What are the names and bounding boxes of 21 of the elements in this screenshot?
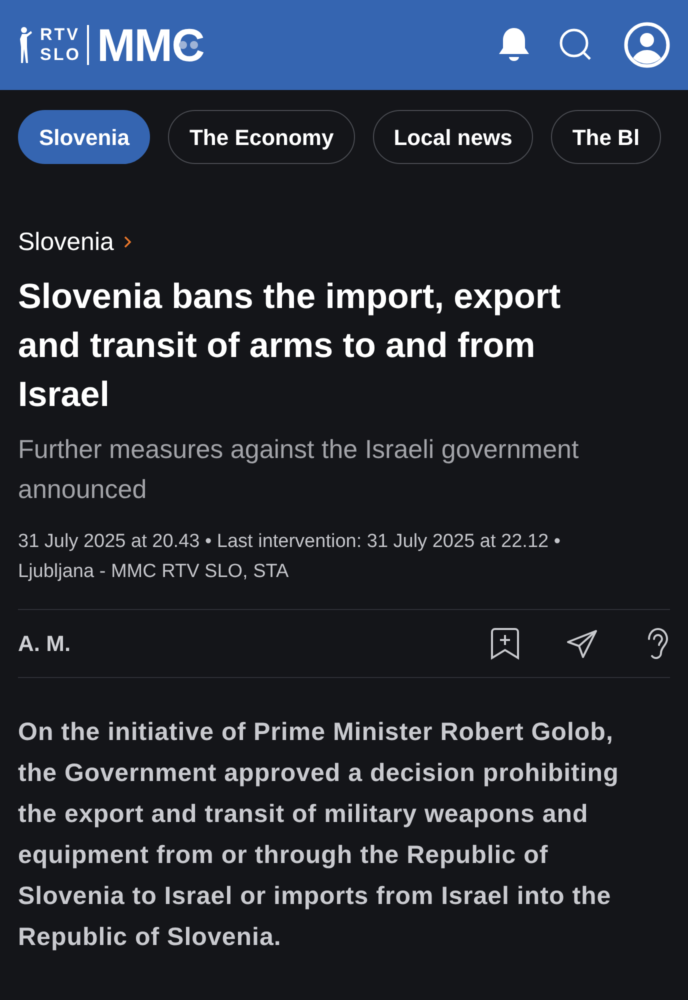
category-tab[interactable]: The Bl xyxy=(551,110,661,164)
lead-paragraph: On the initiative of Prime Minister Robert Golob, the Government approved a decision prohibiting the export and transit of military weapons and equipment from or through the Republic of Slovenia to Israel or imports from Israel into the Republic of Slovenia. xyxy=(18,717,620,953)
chevron-icon xyxy=(124,236,132,248)
dots-icon xyxy=(178,40,200,50)
category-tab[interactable]: Slovenia xyxy=(18,110,150,164)
category-tab[interactable]: The Economy xyxy=(168,110,355,164)
logo-text: RTV xyxy=(40,25,81,45)
headline: Slovenia bans the import, export and transit of arms to and from Israel xyxy=(18,276,562,416)
subtitle: Further measures against the Israeli government announced xyxy=(18,433,580,506)
category-tab[interactable]: Local news xyxy=(372,110,534,164)
ear-icon[interactable] xyxy=(646,626,670,660)
logo-text: SLO xyxy=(40,45,81,65)
bell-icon[interactable] xyxy=(498,26,530,64)
breadcrumb-link[interactable]: Slovenia xyxy=(18,226,114,258)
profile-icon[interactable] xyxy=(624,22,670,68)
bookmark-add-icon[interactable] xyxy=(490,628,520,660)
send-icon[interactable] xyxy=(566,628,598,658)
brand-logo[interactable]: MMC xyxy=(96,22,204,68)
figure-logo-icon xyxy=(18,25,32,65)
author: A. M. xyxy=(18,630,71,658)
article-meta: 31 July 2025 at 20.43 • Last intervention: 31 July 2025 at 22.12 • Ljubljana - MMC RTV SLO, STA xyxy=(18,530,562,584)
